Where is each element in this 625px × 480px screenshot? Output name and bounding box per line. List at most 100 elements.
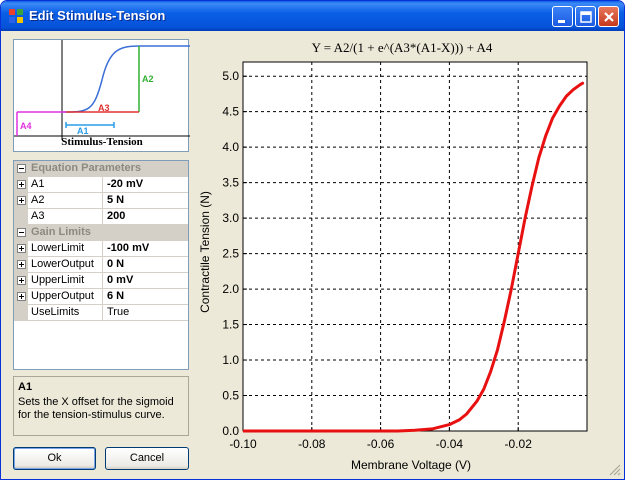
property-name: A1 bbox=[31, 178, 45, 190]
maximize-button[interactable] bbox=[575, 6, 596, 27]
x-tick-label: -0.08 bbox=[298, 437, 326, 451]
category-label: Gain Limits bbox=[31, 226, 91, 238]
close-button[interactable] bbox=[598, 6, 619, 27]
data-point bbox=[483, 388, 485, 390]
equation-preview: A2 A3 A1 A4 Stimulus-Tension bbox=[13, 39, 190, 152]
property-name: UpperLimit bbox=[31, 274, 85, 286]
y-tick-label: 4.5 bbox=[222, 105, 239, 119]
preview-caption: Stimulus-Tension bbox=[61, 136, 143, 148]
data-point bbox=[559, 105, 560, 107]
property-name: UseLimits bbox=[31, 306, 80, 318]
data-point bbox=[242, 430, 244, 432]
data-point bbox=[414, 429, 416, 431]
property-row-lowerlimit[interactable]: LowerLimit -100 mV bbox=[14, 241, 188, 257]
property-grid[interactable]: Equation Parameters A1 -20 mV A2 5 N A3 … bbox=[13, 160, 189, 370]
x-tick-label: -0.04 bbox=[436, 437, 464, 451]
help-title: A1 bbox=[18, 381, 33, 393]
y-tick-label: 3.5 bbox=[222, 176, 239, 190]
data-point bbox=[497, 348, 499, 350]
property-value[interactable]: 5 N bbox=[107, 194, 124, 206]
y-tick-label: 1.5 bbox=[222, 318, 239, 332]
data-point bbox=[517, 253, 519, 255]
property-value[interactable]: 0 N bbox=[107, 258, 124, 270]
expand-icon[interactable] bbox=[17, 292, 26, 301]
data-point bbox=[552, 117, 554, 119]
data-point bbox=[565, 95, 567, 97]
property-row-loweroutput[interactable]: LowerOutput 0 N bbox=[14, 257, 188, 273]
property-name: UpperOutput bbox=[31, 290, 94, 302]
property-value[interactable]: 200 bbox=[107, 210, 125, 222]
cancel-button[interactable]: Cancel bbox=[105, 447, 189, 470]
data-point bbox=[311, 430, 313, 432]
y-tick-label: 0.5 bbox=[222, 389, 239, 403]
property-name: A3 bbox=[31, 210, 45, 222]
data-point bbox=[490, 370, 492, 372]
expand-icon[interactable] bbox=[17, 276, 26, 285]
property-row-a1[interactable]: A1 -20 mV bbox=[14, 177, 188, 193]
category-equation-parameters[interactable]: Equation Parameters bbox=[14, 161, 188, 177]
help-description: Sets the X offset for the sigmoid for th… bbox=[18, 396, 174, 421]
y-tick-label: 5.0 bbox=[222, 69, 239, 83]
property-row-a2[interactable]: A2 5 N bbox=[14, 193, 188, 209]
data-point bbox=[524, 217, 526, 219]
data-point bbox=[545, 135, 547, 137]
chart-title: Y = A2/(1 + e^(A3*(A1-X))) + A4 bbox=[312, 40, 493, 55]
label-a4: A4 bbox=[20, 121, 32, 131]
expand-icon[interactable] bbox=[17, 244, 26, 253]
data-point bbox=[579, 84, 581, 86]
data-point bbox=[538, 157, 540, 159]
x-tick-label: -0.06 bbox=[367, 437, 395, 451]
maximize-icon bbox=[580, 11, 592, 23]
property-row-upperlimit[interactable]: UpperLimit 0 mV bbox=[14, 273, 188, 289]
data-point bbox=[466, 413, 468, 415]
property-row-uselimits[interactable]: UseLimits True bbox=[14, 305, 188, 321]
minimize-icon bbox=[558, 20, 565, 23]
data-point bbox=[448, 424, 450, 426]
collapse-icon[interactable] bbox=[17, 164, 26, 173]
y-tick-label: 0.0 bbox=[222, 424, 239, 438]
sigmoid-diagram: A2 A3 A1 A4 bbox=[14, 40, 190, 140]
y-tick-label: 3.0 bbox=[222, 211, 239, 225]
window-title: Edit Stimulus-Tension bbox=[29, 8, 166, 23]
label-a3: A3 bbox=[98, 103, 110, 113]
property-name: A2 bbox=[31, 194, 45, 206]
data-point bbox=[397, 430, 399, 432]
data-point bbox=[510, 288, 512, 290]
resize-grip-icon[interactable] bbox=[609, 464, 621, 476]
category-label: Equation Parameters bbox=[31, 162, 142, 174]
data-point bbox=[380, 430, 382, 432]
tension-chart: Y = A2/(1 + e^(A3*(A1-X))) + A4 Contract… bbox=[198, 40, 588, 472]
data-point bbox=[583, 82, 585, 84]
x-tick-label: -0.10 bbox=[229, 437, 257, 451]
expand-icon[interactable] bbox=[17, 260, 26, 269]
edit-stimulus-tension-dialog: Edit Stimulus-Tension A2 A3 A1 A4 Stimul… bbox=[0, 0, 625, 480]
minimize-button[interactable] bbox=[552, 6, 573, 27]
category-gain-limits[interactable]: Gain Limits bbox=[14, 225, 188, 241]
data-point bbox=[531, 185, 533, 187]
expand-icon[interactable] bbox=[17, 180, 26, 189]
plot-area bbox=[243, 62, 587, 431]
data-point bbox=[572, 89, 574, 91]
y-tick-label: 2.5 bbox=[222, 247, 239, 261]
property-value[interactable]: -20 mV bbox=[107, 178, 143, 190]
data-point bbox=[503, 320, 505, 322]
property-row-a3[interactable]: A3 200 bbox=[14, 209, 188, 225]
label-a1: A1 bbox=[77, 126, 89, 136]
property-value[interactable]: -100 mV bbox=[107, 242, 149, 254]
property-help-pane: A1 Sets the X offset for the sigmoid for… bbox=[13, 376, 189, 436]
title-bar[interactable]: Edit Stimulus-Tension bbox=[1, 1, 624, 31]
data-point bbox=[345, 430, 347, 432]
data-point bbox=[276, 430, 278, 432]
property-value[interactable]: True bbox=[107, 306, 129, 318]
x-axis-label: Membrane Voltage (V) bbox=[351, 458, 471, 472]
data-point bbox=[459, 419, 461, 421]
property-name: LowerLimit bbox=[31, 242, 85, 254]
ok-button[interactable]: Ok bbox=[13, 447, 96, 470]
property-row-upperoutput[interactable]: UpperOutput 6 N bbox=[14, 289, 188, 305]
property-value[interactable]: 0 mV bbox=[107, 274, 133, 286]
expand-icon[interactable] bbox=[17, 196, 26, 205]
property-name: LowerOutput bbox=[31, 258, 94, 270]
y-tick-label: 4.0 bbox=[222, 140, 239, 154]
property-value[interactable]: 6 N bbox=[107, 290, 124, 302]
collapse-icon[interactable] bbox=[17, 228, 26, 237]
